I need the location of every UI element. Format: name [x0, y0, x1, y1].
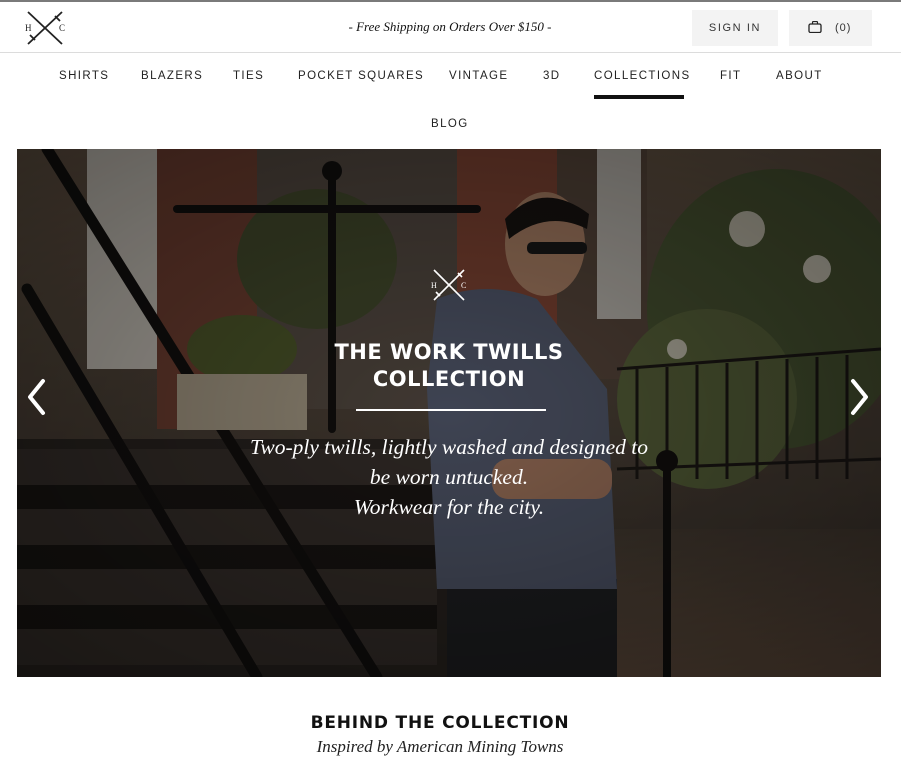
section-subtitle: Inspired by American Mining Towns: [316, 737, 564, 756]
nav-blazers[interactable]: BLAZERS: [141, 70, 203, 82]
nav-collections[interactable]: COLLECTIONS: [594, 70, 691, 82]
hero-logo-icon: H C: [431, 269, 466, 301]
hero-description: Two-ply twills, lightly washed and desig…: [239, 432, 659, 522]
section-title: BEHIND THE COLLECTION: [310, 713, 570, 733]
hero-overlay: H C THE WORK TWILLS COLLECTION Two-ply t…: [17, 149, 881, 677]
logo-letter-h: H: [25, 23, 32, 33]
main-nav: SHIRTS BLAZERS TIES POCKET SQUARES VINTA…: [0, 53, 901, 149]
sign-in-button[interactable]: SIGN IN: [692, 10, 778, 46]
nav-pocket-squares[interactable]: POCKET SQUARES: [298, 70, 424, 82]
hero-divider: [356, 409, 546, 411]
hero-text-line-1: Two-ply twills, lightly washed and desig…: [250, 435, 648, 459]
hero-text-line-2: be worn untucked.: [369, 465, 529, 489]
carousel-next-chevron-right-icon[interactable]: [847, 377, 871, 417]
nav-shirts[interactable]: SHIRTS: [59, 70, 109, 82]
nav-vintage[interactable]: VINTAGE: [449, 70, 508, 82]
nav-3d[interactable]: 3D: [543, 70, 561, 82]
carousel-prev-chevron-left-icon[interactable]: [25, 377, 49, 417]
nav-ties[interactable]: TIES: [233, 70, 264, 82]
nav-active-indicator: [594, 95, 684, 99]
hero-title: THE WORK TWILLS COLLECTION: [249, 339, 649, 393]
cart-button[interactable]: (0): [789, 10, 872, 46]
shopping-bag-icon: [808, 21, 822, 33]
hero-text-line-3: Workwear for the city.: [353, 495, 545, 519]
free-shipping-banner: - Free Shipping on Orders Over $150 -: [348, 19, 552, 34]
hero-logo-letter-c: C: [461, 281, 466, 290]
hero-title-line-1: THE WORK TWILLS: [334, 340, 564, 364]
site-header: H C - Free Shipping on Orders Over $150 …: [0, 2, 901, 53]
logo-letter-c: C: [59, 23, 65, 33]
hero-carousel: H C THE WORK TWILLS COLLECTION Two-ply t…: [17, 149, 881, 677]
nav-blog[interactable]: BLOG: [431, 118, 469, 130]
cart-count: (0): [835, 22, 852, 34]
hero-logo-letter-h: H: [431, 281, 437, 290]
nav-about[interactable]: ABOUT: [776, 70, 823, 82]
nav-fit[interactable]: FIT: [720, 70, 741, 82]
hero-title-line-2: COLLECTION: [372, 367, 526, 391]
brand-logo-icon[interactable]: H C: [22, 8, 68, 48]
